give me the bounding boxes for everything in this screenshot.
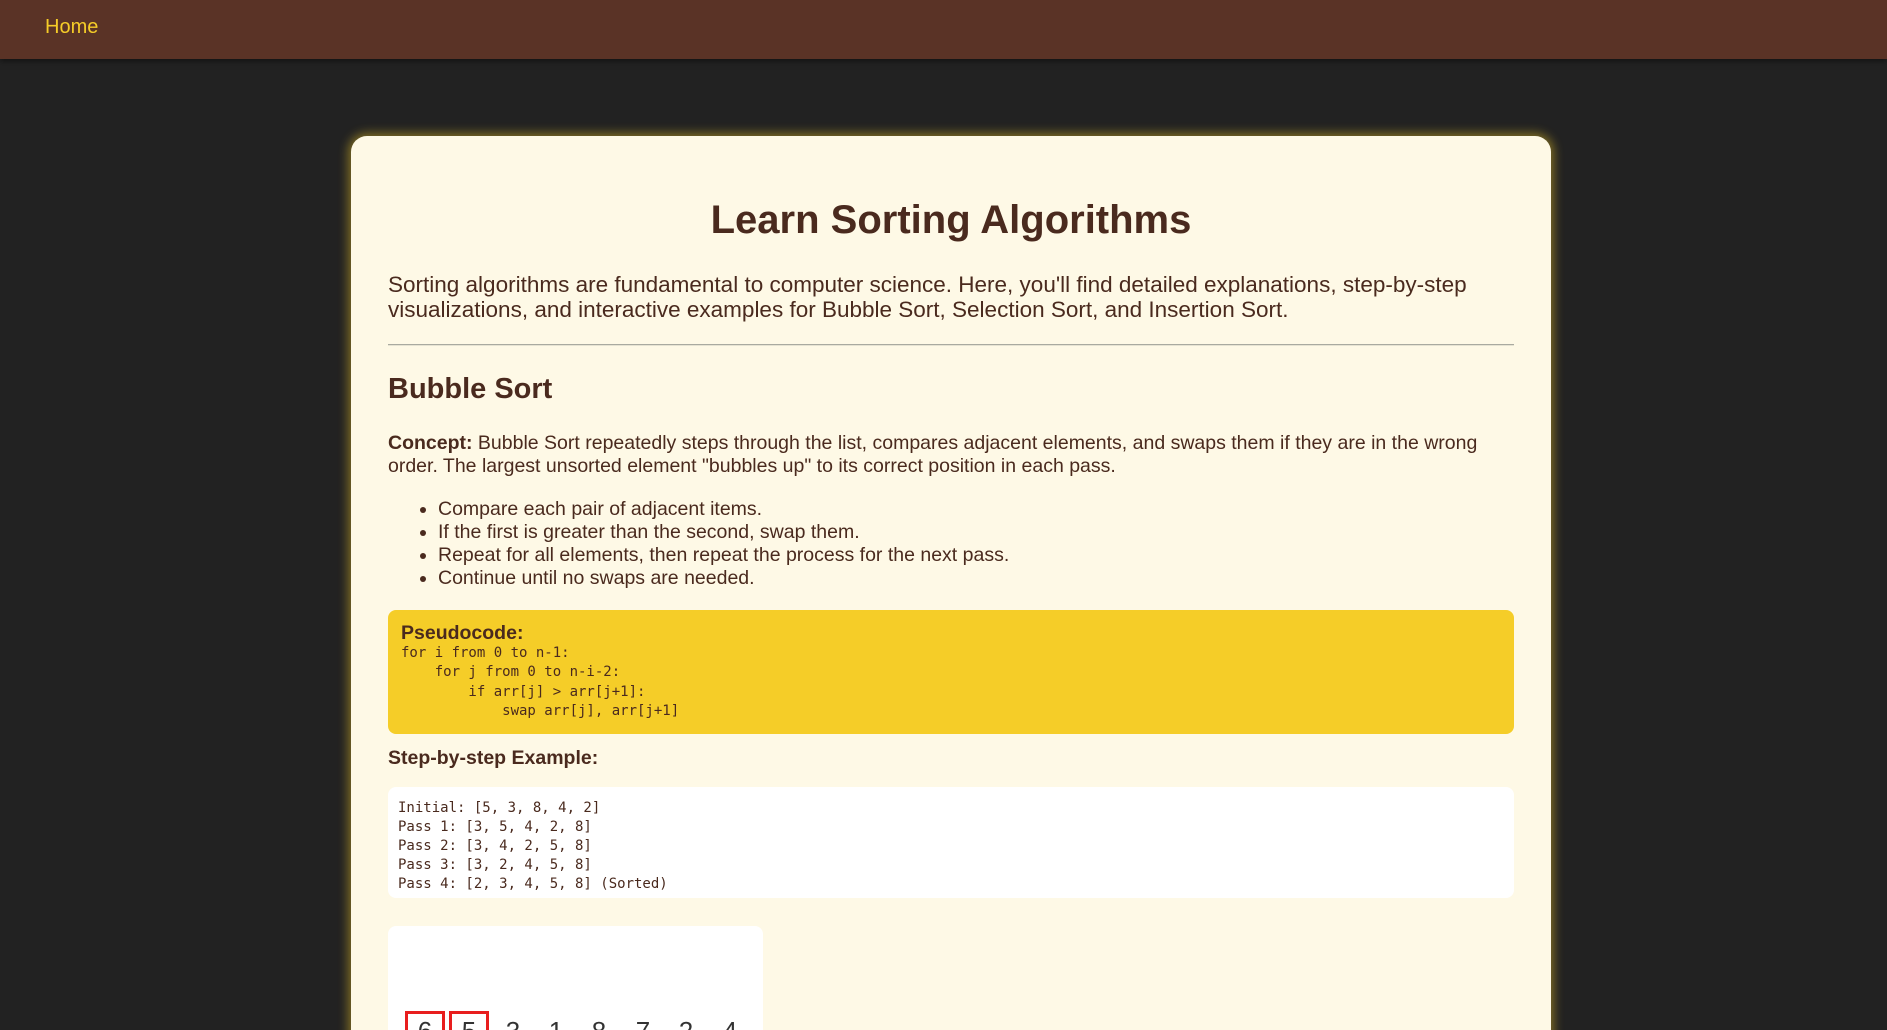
example-heading: Step-by-step Example:	[388, 747, 599, 769]
pseudocode-box: Pseudocode: for i from 0 to n-1: for j f…	[388, 610, 1514, 734]
list-item: Repeat for all elements, then repeat the…	[438, 544, 1009, 567]
array-cell: 4	[710, 1011, 750, 1030]
page-title: Learn Sorting Algorithms	[710, 198, 1192, 242]
array-cell: 1	[536, 1011, 576, 1030]
bubble-steps-list: Compare each pair of adjacent items. If …	[438, 498, 1009, 590]
concept-text: Bubble Sort repeatedly steps through the…	[388, 432, 1478, 477]
pseudocode-title: Pseudocode:	[401, 622, 524, 644]
pseudocode-block: for i from 0 to n-1: for j from 0 to n-i…	[401, 645, 680, 719]
list-item: If the first is greater than the second,…	[438, 521, 1009, 544]
bubble-concept: Concept: Bubble Sort repeatedly steps th…	[388, 432, 1514, 478]
list-item: Compare each pair of adjacent items.	[438, 498, 1009, 521]
array-cell: 7	[623, 1011, 663, 1030]
array-cell: 6	[405, 1011, 445, 1030]
top-nav-bar: Home	[0, 0, 1887, 59]
bubble-visualization: 65318724	[388, 926, 763, 1030]
example-block: Initial: [5, 3, 8, 4, 2] Pass 1: [3, 5, …	[398, 800, 668, 892]
array-cell: 5	[449, 1011, 489, 1030]
list-item: Continue until no swaps are needed.	[438, 567, 1009, 590]
array-cell: 2	[666, 1011, 706, 1030]
home-link[interactable]: Home	[45, 16, 98, 39]
example-box: Initial: [5, 3, 8, 4, 2] Pass 1: [3, 5, …	[388, 787, 1514, 898]
array-cell: 8	[579, 1011, 619, 1030]
content-card: Learn Sorting Algorithms Sorting algorit…	[351, 136, 1551, 1030]
concept-label: Concept:	[388, 432, 473, 454]
bubble-sort-heading: Bubble Sort	[388, 373, 553, 405]
array-cell: 3	[493, 1011, 533, 1030]
section-divider	[388, 344, 1514, 346]
intro-paragraph: Sorting algorithms are fundamental to co…	[388, 272, 1467, 322]
